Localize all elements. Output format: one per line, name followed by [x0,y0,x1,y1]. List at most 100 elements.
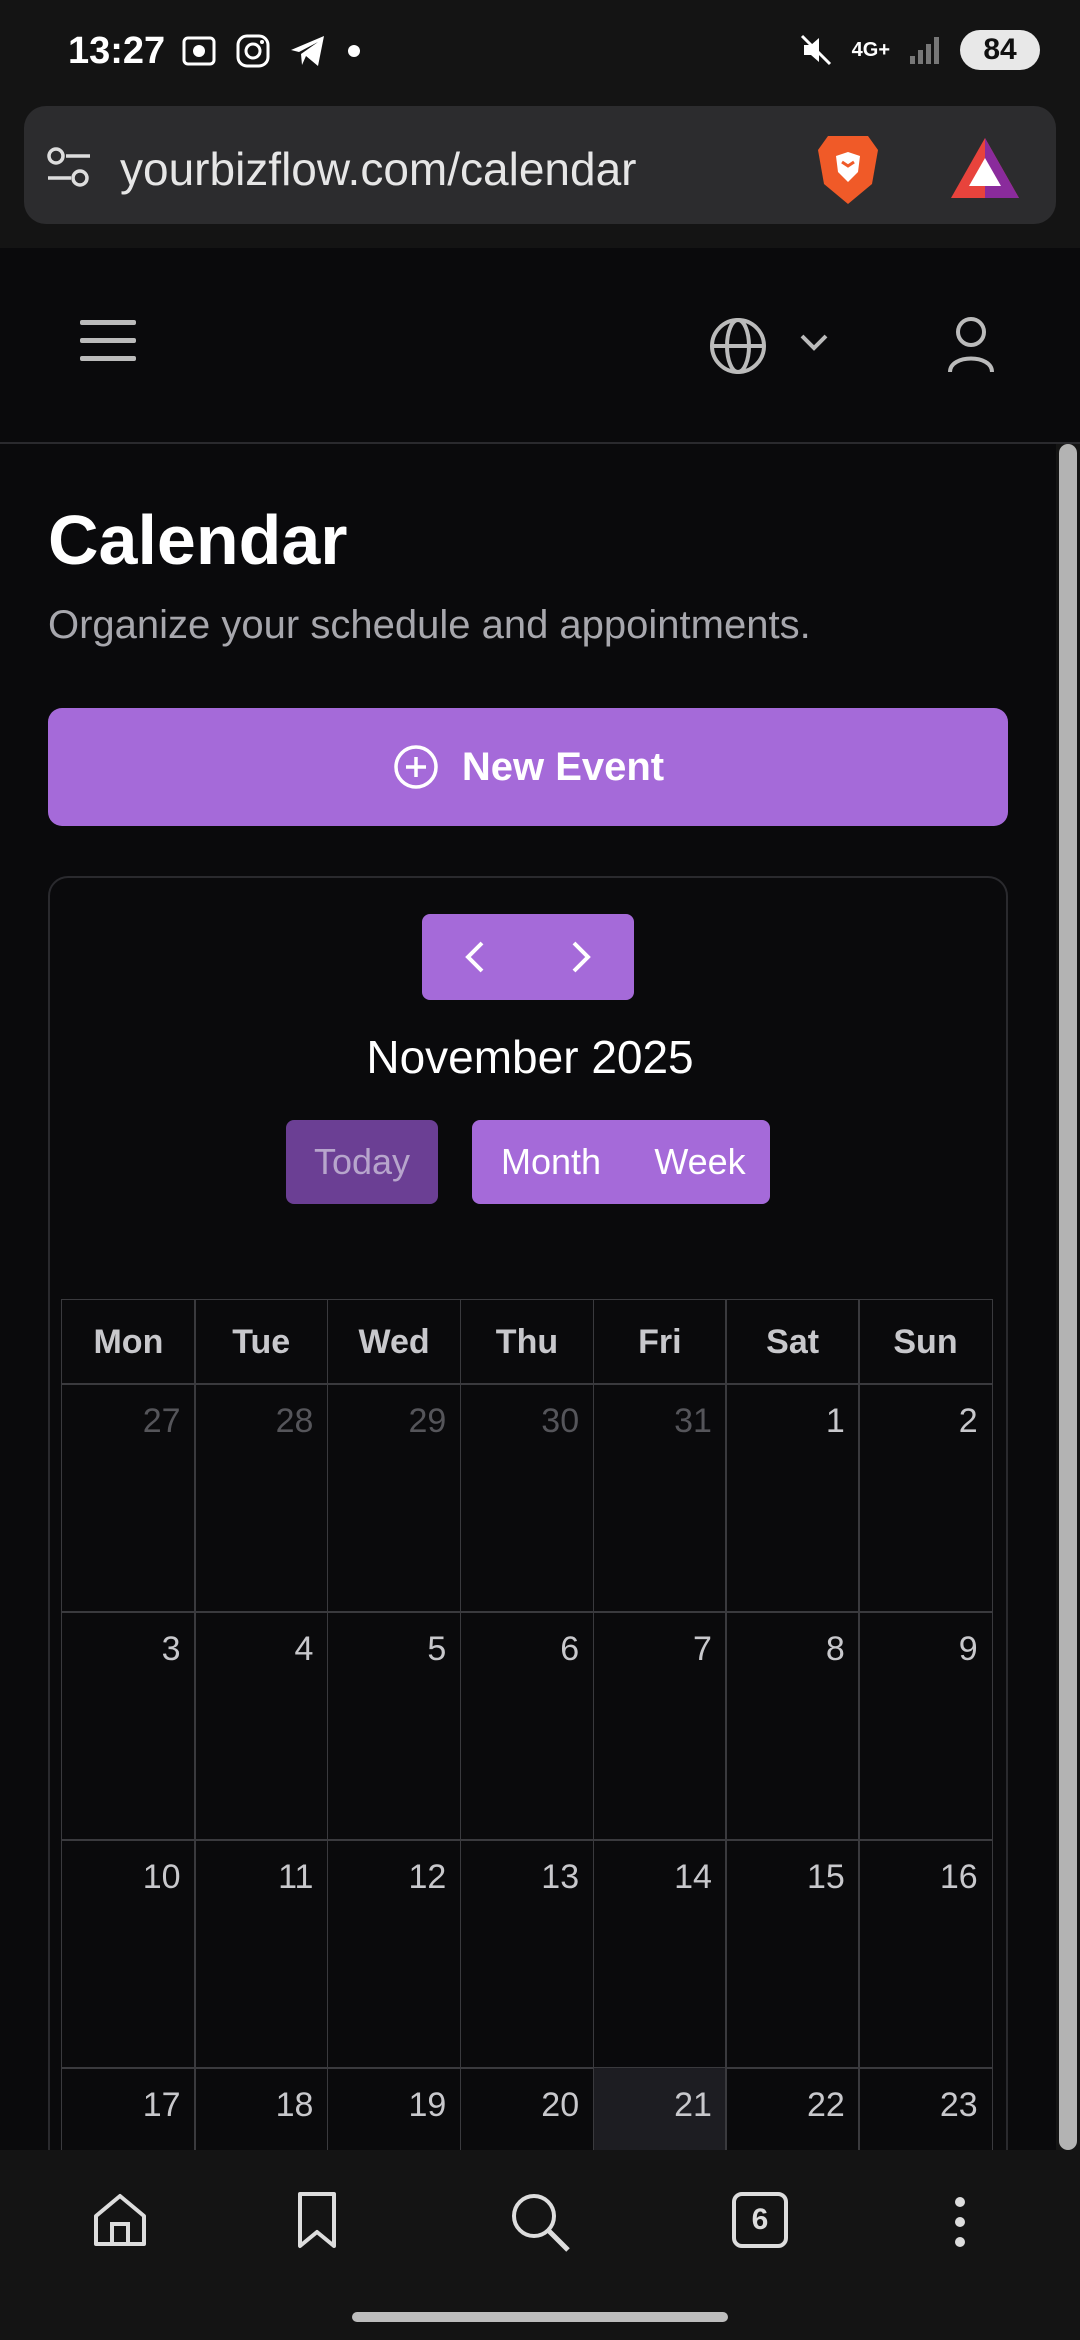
day-cell[interactable]: 10 [61,1839,196,2069]
next-month-button[interactable] [528,914,634,1000]
previous-month-button[interactable] [422,914,528,1000]
day-number: 31 [674,1402,712,1441]
day-cell[interactable]: 30 [459,1383,595,1613]
chevron-down-icon[interactable] [798,330,830,354]
day-number: 14 [674,1858,712,1897]
user-account-icon[interactable] [946,314,996,374]
today-button[interactable]: Today [286,1120,438,1204]
day-cell[interactable]: 4 [194,1611,329,1841]
day-cell[interactable]: 16 [858,1839,993,2069]
day-number: 18 [275,2086,314,2125]
day-number: 9 [958,1630,978,1669]
day-number: 4 [294,1630,314,1669]
url-text[interactable]: yourbizflow.com/calendar [120,142,636,196]
search-icon[interactable] [508,2190,572,2254]
instagram-icon [236,34,270,68]
day-cell[interactable]: 27 [61,1383,196,1613]
chevron-right-icon [572,941,591,973]
day-number: 20 [541,2086,580,2125]
new-event-label: New Event [461,744,665,789]
status-bar: 13:27 4G+ 84 [0,0,1080,100]
weekday-label: Mon [61,1299,196,1385]
home-icon[interactable] [90,2190,150,2250]
day-cell[interactable]: 3 [61,1611,196,1841]
day-number: 5 [427,1630,447,1669]
day-number: 15 [806,1858,845,1897]
weekday-label: Fri [592,1299,727,1385]
week-row: 27 28 29 30 31 1 2 [61,1383,993,1613]
home-indicator [352,2312,728,2322]
day-number: 16 [939,1858,978,1897]
system-icons: 4G+ 84 [798,30,1040,70]
day-cell[interactable]: 7 [592,1611,727,1841]
day-number: 22 [806,2086,845,2125]
day-number: 30 [541,1402,580,1441]
weekday-label: Sun [858,1299,993,1385]
month-navigation [422,914,634,1000]
battery-level: 84 [983,33,1017,66]
day-cell[interactable]: 8 [725,1611,860,1841]
day-number: 2 [958,1402,978,1441]
day-cell[interactable]: 28 [194,1383,329,1613]
day-cell[interactable]: 31 [592,1383,727,1613]
dot-icon [348,45,360,57]
new-event-button[interactable]: New Event [48,708,1008,826]
app-header [0,248,1080,444]
day-cell[interactable]: 2 [858,1383,993,1613]
chevron-left-icon [465,941,484,973]
brave-shields-icon[interactable] [814,132,882,208]
tab-count: 6 [751,2203,769,2236]
week-row: 10 11 12 13 14 15 16 [61,1839,993,2069]
battery-indicator: 84 [960,30,1040,70]
day-number: 29 [408,1402,447,1441]
day-cell[interactable]: 5 [326,1611,462,1841]
screenshot-icon [182,36,216,66]
day-number: 17 [142,2086,181,2125]
weekday-label: Wed [326,1299,462,1385]
day-cell[interactable]: 15 [725,1839,860,2069]
tabs-button[interactable]: 6 [732,2192,788,2248]
current-month-label: November 2025 [366,1031,694,1083]
day-cell[interactable]: 29 [326,1383,462,1613]
day-cell[interactable]: 1 [725,1383,860,1613]
day-cell[interactable]: 6 [459,1611,595,1841]
day-number: 28 [275,1402,314,1441]
day-number: 1 [825,1402,845,1441]
day-cell[interactable]: 14 [592,1839,727,2069]
scrollbar[interactable] [1056,444,1080,2150]
month-view-button[interactable]: Month [472,1120,630,1204]
more-options-icon[interactable] [950,2194,970,2250]
signal-icon [910,37,939,64]
day-number: 13 [541,1858,580,1897]
scrollbar-thumb[interactable] [1059,444,1077,2150]
day-cell[interactable]: 11 [194,1839,329,2069]
week-view-button[interactable]: Week [630,1120,770,1204]
day-number: 6 [560,1630,580,1669]
day-number: 27 [142,1402,181,1441]
view-toggle: Month Week [472,1120,770,1204]
day-number: 21 [674,2086,712,2125]
day-number: 10 [142,1858,181,1897]
brave-rewards-icon[interactable] [949,136,1021,200]
language-globe-icon[interactable] [708,316,768,376]
menu-icon[interactable] [80,318,136,364]
day-cell[interactable]: 13 [459,1839,595,2069]
bookmark-icon[interactable] [294,2190,340,2250]
week-row: 3 4 5 6 7 8 9 [61,1611,993,1841]
weekday-label: Sat [725,1299,860,1385]
calendar-grid: Mon Tue Wed Thu Fri Sat Sun 27 28 29 30 … [61,1299,993,2297]
plus-circle-icon [394,745,438,789]
weekday-label: Thu [459,1299,595,1385]
day-number: 3 [161,1630,181,1669]
network-label: 4G+ [851,38,890,61]
day-number: 7 [693,1630,712,1669]
day-cell[interactable]: 9 [858,1611,993,1841]
day-number: 11 [278,1858,314,1897]
day-cell[interactable]: 12 [326,1839,462,2069]
address-bar[interactable]: yourbizflow.com/calendar [24,106,1056,224]
day-number: 8 [825,1630,845,1669]
weekday-header: Mon Tue Wed Thu Fri Sat Sun [61,1299,993,1385]
mute-icon [800,34,831,66]
site-settings-icon[interactable] [44,142,94,192]
page-title: Calendar [48,501,348,579]
